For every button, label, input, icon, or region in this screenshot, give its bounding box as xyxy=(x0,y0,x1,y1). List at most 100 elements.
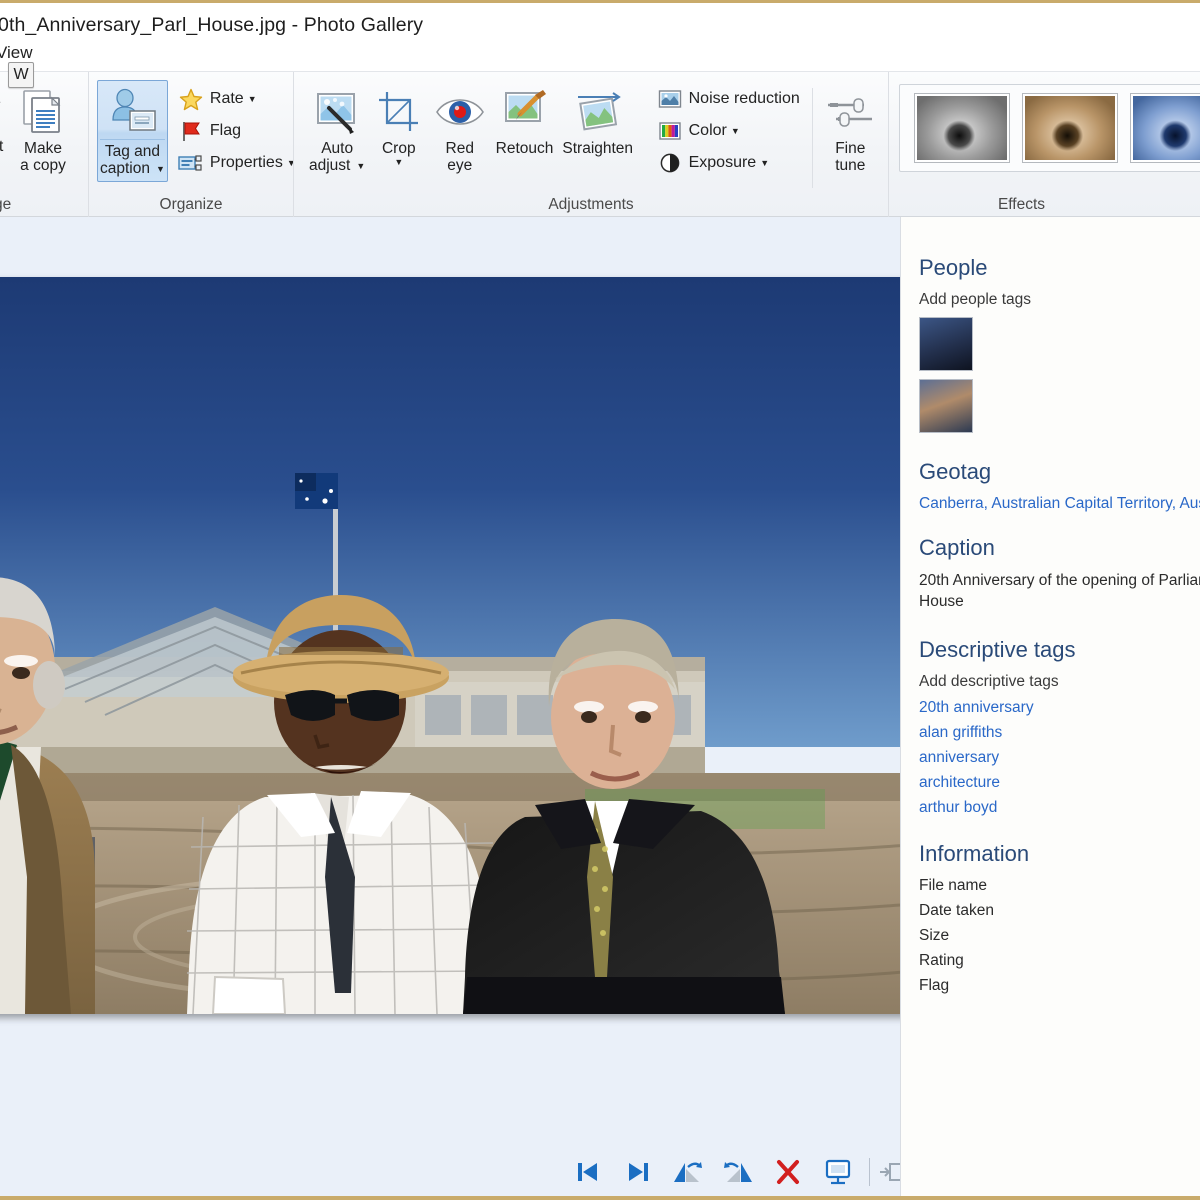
slideshow-button[interactable] xyxy=(813,1152,863,1192)
straighten-button[interactable]: Straighten xyxy=(559,80,637,161)
title-bar: 0th_Anniversary_Parl_House.jpg - Photo G… xyxy=(0,3,1200,47)
effects-gallery[interactable] xyxy=(899,84,1200,172)
straighten-icon xyxy=(573,85,623,139)
descriptive-tag-3[interactable]: architecture xyxy=(919,774,1200,792)
caption-line-2[interactable]: House xyxy=(919,592,1200,613)
add-descriptive-tags-link[interactable]: Add descriptive tags xyxy=(919,673,1200,691)
ribbon-group-adjustments: Auto adjust ▼ Crop ▼ Red eye Retouch Str… xyxy=(293,72,888,218)
make-a-copy-label-1: Make xyxy=(24,140,62,157)
photo-canvas[interactable] xyxy=(0,217,900,1196)
descriptive-tag-0[interactable]: 20th anniversary xyxy=(919,699,1200,717)
color-icon xyxy=(657,119,683,143)
properties-label: Properties xyxy=(209,154,283,171)
exposure-button[interactable]: Exposure ▼ xyxy=(651,147,806,179)
flag-icon xyxy=(178,119,204,143)
chevron-down-icon[interactable]: ▼ xyxy=(394,157,403,167)
crop-button[interactable]: Crop ▼ xyxy=(368,80,429,170)
fine-tune-button[interactable]: Fine tune xyxy=(821,80,880,177)
retouch-label: Retouch xyxy=(495,140,554,157)
rotate-ccw-button[interactable] xyxy=(663,1152,713,1192)
sliders-icon xyxy=(824,85,876,139)
auto-adjust-label-2: adjust xyxy=(309,156,351,174)
black-and-white-effect-thumbnail[interactable] xyxy=(914,93,1010,163)
delete-x-icon xyxy=(777,1160,799,1184)
delete-button[interactable] xyxy=(763,1152,813,1192)
caption-section: Caption 20th Anniversary of the opening … xyxy=(919,535,1200,613)
properties-icon xyxy=(178,151,204,175)
auto-adjust-label-1: Auto xyxy=(321,140,354,157)
chevron-down-icon[interactable]: ▼ xyxy=(248,94,257,104)
caption-heading: Caption xyxy=(919,535,995,560)
star-icon xyxy=(178,87,204,111)
exposure-label: Exposure xyxy=(688,154,757,171)
fit-window-icon xyxy=(880,1163,900,1181)
people-section: People Add people tags xyxy=(919,255,1200,433)
face-thumb-1[interactable] xyxy=(919,317,973,371)
caption-line-1[interactable]: 20th Anniversary of the opening of Parli… xyxy=(919,571,1200,592)
clipped-label-e: e xyxy=(0,94,1,112)
descriptive-tags-heading: Descriptive tags xyxy=(919,636,1076,662)
bottom-toolbar xyxy=(0,1148,900,1196)
previous-button[interactable] xyxy=(563,1152,613,1192)
make-a-copy-button[interactable]: Make a copy xyxy=(6,80,80,177)
window-title: 0th_Anniversary_Parl_House.jpg - Photo G… xyxy=(0,13,424,36)
info-row-size: Size xyxy=(919,926,950,944)
flag-label: Flag xyxy=(209,122,242,139)
straighten-label: Straighten xyxy=(562,140,634,157)
tag-person-icon xyxy=(106,85,158,139)
properties-button[interactable]: Properties ▼ xyxy=(172,147,302,179)
descriptive-tag-4[interactable]: arthur boyd xyxy=(919,799,1200,817)
red-eye-label-1: Red xyxy=(445,140,474,157)
photo-gallery-window: 0th_Anniversary_Parl_House.jpg - Photo G… xyxy=(0,0,1200,1200)
tag-and-caption-button[interactable]: Tag and caption ▼ xyxy=(97,80,168,183)
color-label: Color xyxy=(688,122,727,139)
chevron-down-icon[interactable]: ▼ xyxy=(356,161,365,171)
photo-frame xyxy=(0,277,900,1014)
geotag-location-link[interactable]: Canberra, Australian Capital Territory, … xyxy=(919,495,1200,513)
tab-view[interactable]: View xyxy=(0,43,33,63)
clipped-label-ht: ht xyxy=(0,138,3,156)
information-heading: Information xyxy=(919,840,1030,866)
retouch-button[interactable]: Retouch xyxy=(490,80,559,161)
auto-adjust-button[interactable]: Auto adjust ▼ xyxy=(306,80,368,177)
retouch-icon xyxy=(500,85,550,139)
chevron-down-icon[interactable]: ▼ xyxy=(760,158,769,168)
next-button[interactable] xyxy=(613,1152,663,1192)
color-button[interactable]: Color ▼ xyxy=(651,115,806,147)
info-sidebar: People Add people tags Geotag Canberra, … xyxy=(900,217,1200,1196)
make-a-copy-label-2: a copy xyxy=(20,156,66,174)
descriptive-tag-2[interactable]: anniversary xyxy=(919,749,1200,767)
auto-adjust-icon xyxy=(312,85,362,139)
fine-tune-label-1: Fine xyxy=(835,140,866,157)
rate-button[interactable]: Rate ▼ xyxy=(172,83,302,115)
keytip-badge-w: W xyxy=(8,62,34,88)
fit-to-window-button[interactable] xyxy=(876,1152,900,1192)
sepia-effect-thumbnail[interactable] xyxy=(1022,93,1118,163)
ribbon-group-adjustments-label: Adjustments xyxy=(548,196,634,213)
ribbon-group-effects-label: Effects xyxy=(997,196,1046,213)
noise-reduction-icon xyxy=(657,87,683,111)
previous-icon xyxy=(578,1163,597,1181)
ribbon-group-manage-label: ge xyxy=(0,196,12,213)
geotag-heading: Geotag xyxy=(919,459,992,484)
ribbon-group-organize: Tag and caption ▼ Rate ▼ Flag Properties… xyxy=(88,72,296,218)
face-thumb-2[interactable] xyxy=(919,379,973,433)
add-people-tags-link[interactable]: Add people tags xyxy=(919,291,1200,309)
chevron-down-icon[interactable]: ▼ xyxy=(156,164,165,174)
red-eye-button[interactable]: Red eye xyxy=(429,80,490,177)
rate-label: Rate xyxy=(209,90,244,107)
cyan-effect-thumbnail[interactable] xyxy=(1130,93,1200,163)
main-content: People Add people tags Geotag Canberra, … xyxy=(0,217,1200,1196)
noise-reduction-button[interactable]: Noise reduction xyxy=(651,83,806,115)
fine-tune-label-2: tune xyxy=(835,156,866,174)
rotate-clockwise-icon xyxy=(724,1162,752,1182)
chevron-down-icon[interactable]: ▼ xyxy=(731,126,740,136)
displayed-photograph xyxy=(0,277,900,1014)
rotate-cw-button[interactable] xyxy=(713,1152,763,1192)
red-eye-label-2: eye xyxy=(447,156,473,174)
descriptive-tag-1[interactable]: alan griffiths xyxy=(919,724,1200,742)
copy-pages-icon xyxy=(17,85,69,139)
toolbar-separator xyxy=(869,1158,870,1186)
flag-button[interactable]: Flag xyxy=(172,115,302,147)
crop-icon xyxy=(374,85,424,139)
